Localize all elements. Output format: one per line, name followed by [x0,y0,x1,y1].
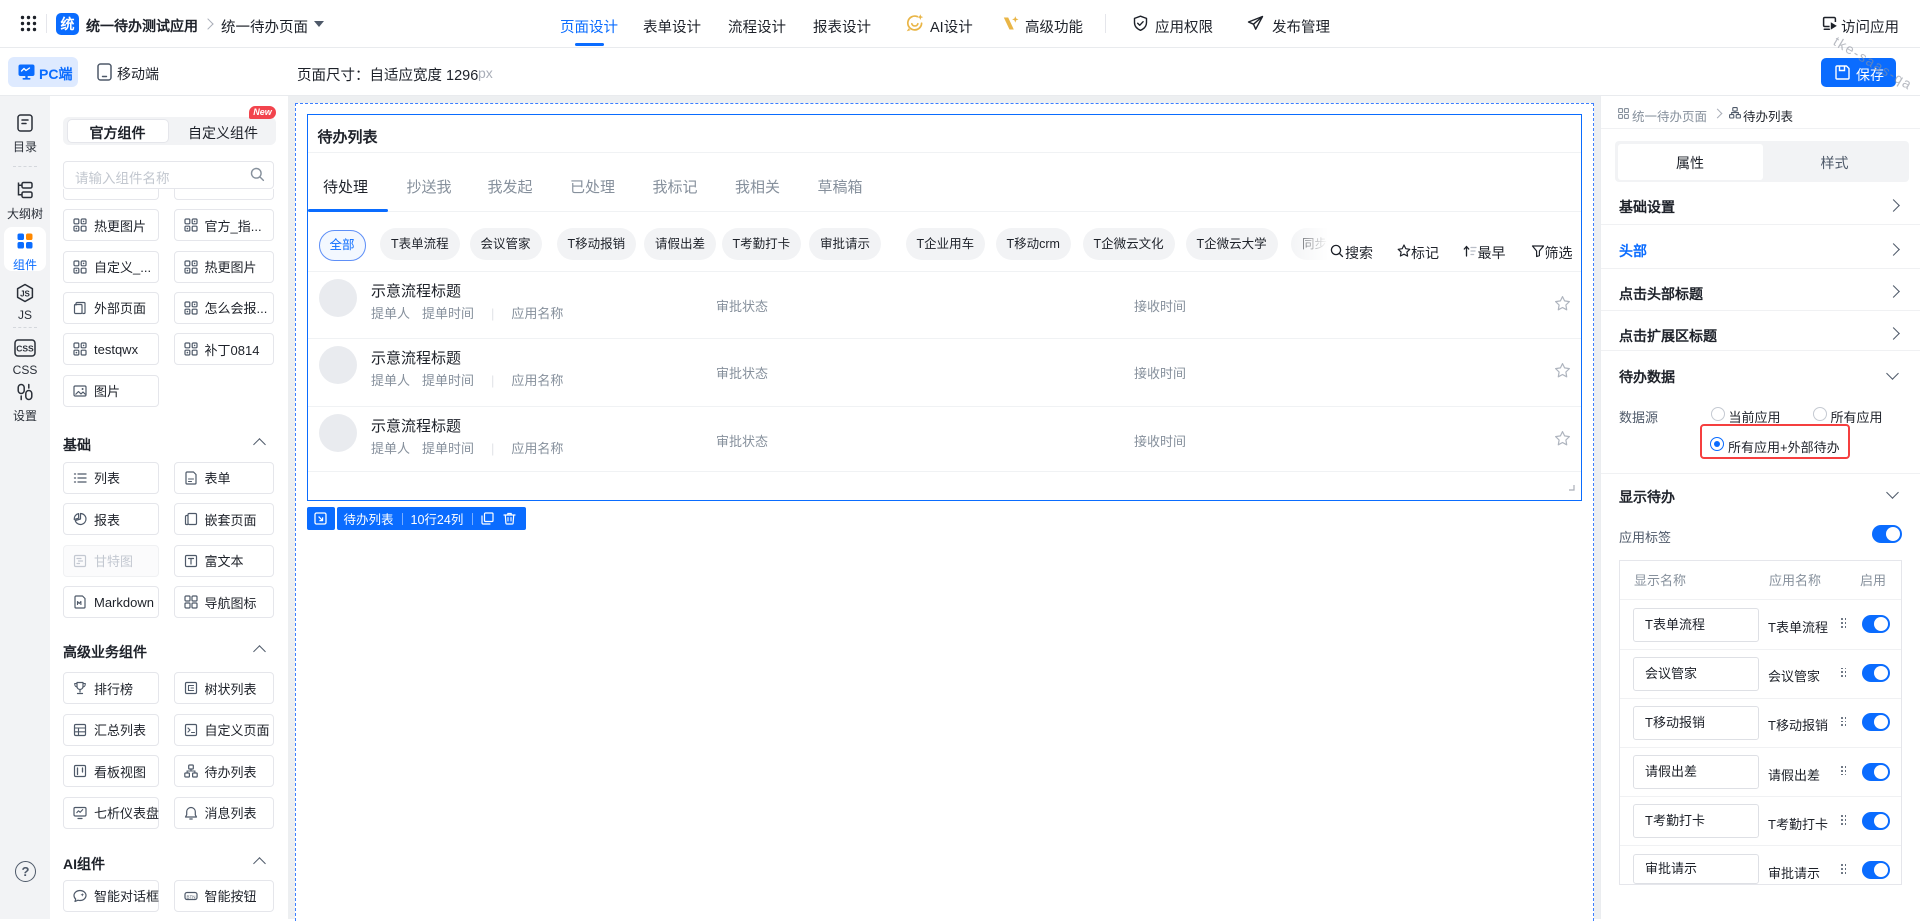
svg-text:JS: JS [20,290,30,299]
svg-text:CSS: CSS [16,344,34,354]
svg-text:BTN: BTN [186,894,195,899]
